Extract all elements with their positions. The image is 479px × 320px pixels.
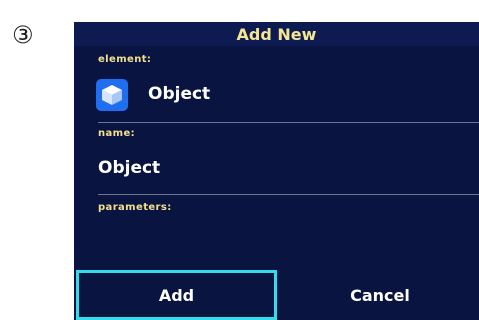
- name-label: name:: [98, 128, 136, 139]
- step-number-marker: ③: [12, 21, 34, 49]
- cancel-button[interactable]: Cancel: [281, 270, 479, 320]
- add-new-dialog: Add New element: Object name: Object par…: [74, 22, 479, 320]
- dialog-title: Add New: [74, 22, 479, 46]
- parameters-label: parameters:: [98, 202, 172, 213]
- divider: [98, 122, 479, 123]
- cube-icon: [96, 79, 128, 111]
- element-value[interactable]: Object: [148, 84, 210, 104]
- name-value[interactable]: Object: [98, 158, 160, 178]
- element-label: element:: [98, 54, 152, 65]
- add-button[interactable]: Add: [76, 270, 277, 320]
- divider: [98, 194, 479, 195]
